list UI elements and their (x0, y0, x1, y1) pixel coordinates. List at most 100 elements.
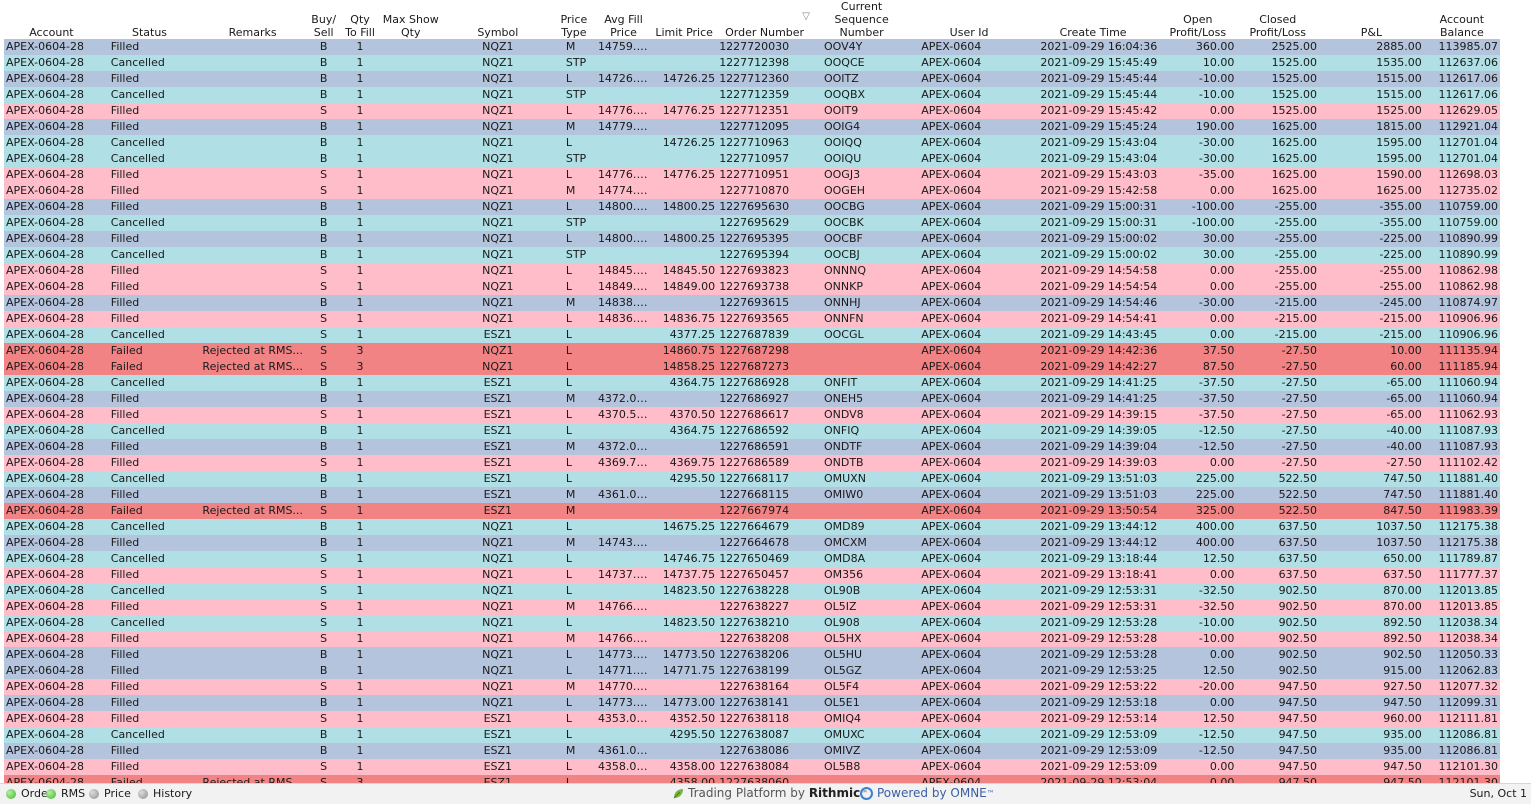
order-row[interactable]: APEX-0604-28 Cancelled B 1 NQZ1 L 14726.25 1227… (4, 135, 1500, 151)
order-row[interactable]: APEX-0604-28 Filled B 1 NQZ1 M 14759.5... 12277… (4, 39, 1500, 55)
col-header-avgfill[interactable]: Avg Fill Price (596, 0, 651, 39)
price-indicator-label: Price (104, 787, 131, 800)
order-row[interactable]: APEX-0604-28 Filled B 1 NQZ1 M 14779.2... 12277… (4, 119, 1500, 135)
order-row[interactable]: APEX-0604-28 Cancelled B 1 NQZ1 STP 1227695394… (4, 247, 1500, 263)
order-row[interactable]: APEX-0604-28 Filled B 1 NQZ1 L 14773.5... 14773… (4, 647, 1500, 663)
col-header-openpl[interactable]: Open Profit/Loss (1159, 0, 1236, 39)
order-row[interactable]: APEX-0604-28 Filled B 1 NQZ1 L 14726.2... 14726… (4, 71, 1500, 87)
order-row[interactable]: APEX-0604-28 Filled S 1 ESZ1 L 4358.00... 4358.… (4, 759, 1500, 775)
order-row[interactable]: APEX-0604-28 Cancelled S 1 NQZ1 L 14823.50 1227… (4, 615, 1500, 631)
rms-indicator[interactable]: RMS (46, 787, 85, 800)
cell-status: Filled (98, 695, 201, 711)
order-row[interactable]: APEX-0604-28 Filled B 1 NQZ1 L 14800.2... 14800… (4, 199, 1500, 215)
cell-maxshow (377, 327, 444, 343)
order-row[interactable]: APEX-0604-28 Filled S 1 NQZ1 L 14849.0... 14849… (4, 279, 1500, 295)
col-header-limit[interactable]: Limit Price (651, 0, 717, 39)
col-header-account[interactable]: Account (4, 0, 99, 39)
order-row[interactable]: APEX-0604-28 Filled S 1 NQZ1 L 14776.2... 14776… (4, 167, 1500, 183)
cell-status: Filled (98, 183, 201, 199)
order-row[interactable]: APEX-0604-28 Failed Rejected at RMS... S 3 NQ… (4, 343, 1500, 359)
order-row[interactable]: APEX-0604-28 Filled B 1 ESZ1 M 4361.00... 12276… (4, 487, 1500, 503)
order-row[interactable]: APEX-0604-28 Filled S 1 NQZ1 L 14776.2... 14776… (4, 103, 1500, 119)
order-row[interactable]: APEX-0604-28 Filled B 1 NQZ1 M 14743.5... 12276… (4, 535, 1500, 551)
cell-remarks (200, 199, 305, 215)
cell-order: 1227686927 (717, 391, 812, 407)
cell-limit: 4364.75 (651, 375, 718, 391)
order-row[interactable]: APEX-0604-28 Filled S 1 NQZ1 M 14766.0... 12276… (4, 599, 1500, 615)
order-row[interactable]: APEX-0604-28 Filled B 1 NQZ1 L 14771.7... 14771… (4, 663, 1500, 679)
cell-order: 1227695394 (717, 247, 812, 263)
order-row[interactable]: APEX-0604-28 Cancelled S 1 NQZ1 L 14746.75 1227… (4, 551, 1500, 567)
order-row[interactable]: APEX-0604-28 Cancelled S 1 NQZ1 L 14823.50 1227… (4, 583, 1500, 599)
order-row[interactable]: APEX-0604-28 Filled B 1 NQZ1 L 14800.2... 14800… (4, 231, 1500, 247)
col-header-pl[interactable]: P&L (1319, 0, 1424, 39)
col-header-closedpl[interactable]: Closed Profit/Loss (1236, 0, 1319, 39)
cell-status: Filled (98, 231, 201, 247)
order-row[interactable]: APEX-0604-28 Filled B 1 NQZ1 M 14838.7... 12276… (4, 295, 1500, 311)
order-row[interactable]: APEX-0604-28 Failed Rejected at RMS... S 3 ES… (4, 775, 1500, 783)
order-row[interactable]: APEX-0604-28 Cancelled B 1 NQZ1 STP 1227695629… (4, 215, 1500, 231)
cell-closedpl: -215.00 (1236, 295, 1320, 311)
order-row[interactable]: APEX-0604-28 Filled S 1 NQZ1 M 14770.7... 12276… (4, 679, 1500, 695)
cell-user: APEX-0604 (911, 423, 1027, 439)
cell-seq: OOGEH (811, 183, 912, 199)
cell-symbol: NQZ1 (443, 167, 552, 183)
col-header-user[interactable]: User Id (911, 0, 1027, 39)
col-header-remarks[interactable]: Remarks (200, 0, 305, 39)
col-header-time[interactable]: Create Time (1027, 0, 1159, 39)
cell-avgfill: 14771.7... (595, 663, 652, 679)
order-row[interactable]: APEX-0604-28 Filled B 1 ESZ1 M 4372.00... 12276… (4, 391, 1500, 407)
order-row[interactable]: APEX-0604-28 Cancelled B 1 NQZ1 STP 1227712398… (4, 55, 1500, 71)
cell-qty: 1 (342, 503, 378, 519)
price-indicator[interactable]: Price (89, 787, 131, 800)
cell-remarks (200, 391, 305, 407)
cell-time: 2021-09-29 13:51:03 (1026, 471, 1160, 487)
col-header-order[interactable]: Order Number ▽ (717, 0, 812, 39)
cell-openpl: -100.00 (1159, 215, 1237, 231)
cell-avgfill (595, 551, 652, 567)
vertical-scroll-area[interactable] (1500, 0, 1531, 783)
order-row[interactable]: APEX-0604-28 Filled S 1 ESZ1 L 4369.75... 4369.… (4, 455, 1500, 471)
cell-maxshow (377, 647, 444, 663)
col-header-ptype[interactable]: Price Type (552, 0, 596, 39)
col-header-seq[interactable]: Current Sequence Number (812, 0, 911, 39)
col-header-balance[interactable]: Account Balance (1424, 0, 1500, 39)
cell-ptype: M (551, 295, 596, 311)
order-row[interactable]: APEX-0604-28 Cancelled B 1 ESZ1 L 4295.50 12276… (4, 471, 1500, 487)
order-row[interactable]: APEX-0604-28 Filled S 1 ESZ1 L 4370.50... 4370.… (4, 407, 1500, 423)
history-indicator[interactable]: History (138, 787, 192, 800)
order-row[interactable]: APEX-0604-28 Filled B 1 ESZ1 M 4372.00... 12276… (4, 439, 1500, 455)
cell-openpl: -20.00 (1159, 679, 1237, 695)
col-header-maxshow[interactable]: Max Show Qty (378, 0, 444, 39)
order-row[interactable]: APEX-0604-28 Filled B 1 NQZ1 L 14773.0... 14773… (4, 695, 1500, 711)
order-row[interactable]: APEX-0604-28 Cancelled B 1 ESZ1 L 4295.50 12276… (4, 727, 1500, 743)
col-header-status[interactable]: Status (99, 0, 200, 39)
order-row[interactable]: APEX-0604-28 Filled S 1 NQZ1 L 14845.5... 14845… (4, 263, 1500, 279)
col-header-side[interactable]: Buy/ Sell (305, 0, 342, 39)
cell-balance: 111060.94 (1423, 375, 1500, 391)
cell-status: Filled (98, 39, 201, 55)
order-row[interactable]: APEX-0604-28 Cancelled B 1 NQZ1 STP 1227710957… (4, 151, 1500, 167)
order-row[interactable]: APEX-0604-28 Filled S 1 NQZ1 M 14774.2... 12277… (4, 183, 1500, 199)
order-row[interactable]: APEX-0604-28 Filled S 1 ESZ1 L 4353.00... 4352.… (4, 711, 1500, 727)
order-row[interactable]: APEX-0604-28 Cancelled B 1 NQZ1 STP 1227712359… (4, 87, 1500, 103)
order-row[interactable]: APEX-0604-28 Filled S 1 NQZ1 L 14836.7... 14836… (4, 311, 1500, 327)
order-row[interactable]: APEX-0604-28 Failed Rejected at RMS... S 1 ES… (4, 503, 1500, 519)
order-row[interactable]: APEX-0604-28 Cancelled B 1 ESZ1 L 4364.75 12276… (4, 423, 1500, 439)
orders-grid[interactable]: Account Status Remarks Buy/ Sell Qty To Fill… (0, 0, 1500, 783)
cell-account: APEX-0604-28 (4, 679, 99, 695)
cell-seq: OOCBK (811, 215, 912, 231)
order-row[interactable]: APEX-0604-28 Cancelled B 1 NQZ1 L 14675.25 1227… (4, 519, 1500, 535)
order-row[interactable]: APEX-0604-28 Filled S 1 NQZ1 M 14766.0... 12276… (4, 631, 1500, 647)
order-row[interactable]: APEX-0604-28 Filled S 1 NQZ1 L 14737.7... 14737… (4, 567, 1500, 583)
cell-time: 2021-09-29 16:04:36 (1026, 39, 1160, 55)
order-row[interactable]: APEX-0604-28 Cancelled S 1 ESZ1 L 4377.25 12276… (4, 327, 1500, 343)
order-row[interactable]: APEX-0604-28 Failed Rejected at RMS... S 3 NQ… (4, 359, 1500, 375)
order-row[interactable]: APEX-0604-28 Cancelled B 1 ESZ1 L 4364.75 12276… (4, 375, 1500, 391)
cell-ptype: L (551, 231, 596, 247)
col-header-qty[interactable]: Qty To Fill (342, 0, 377, 39)
cell-account: APEX-0604-28 (4, 535, 99, 551)
order-row[interactable]: APEX-0604-28 Filled B 1 ESZ1 M 4361.00... 12276… (4, 743, 1500, 759)
col-header-symbol[interactable]: Symbol (444, 0, 552, 39)
cell-remarks (200, 663, 305, 679)
